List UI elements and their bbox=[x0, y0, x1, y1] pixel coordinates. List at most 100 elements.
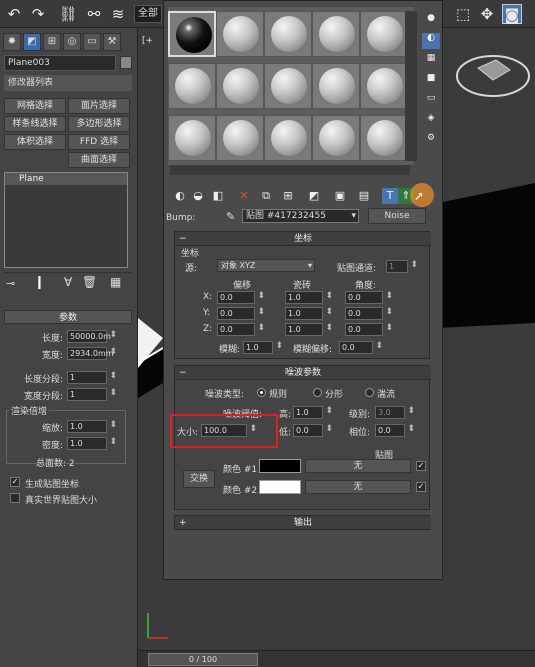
map-type-button[interactable]: Noise bbox=[368, 208, 426, 224]
poly-select-button[interactable]: 多边形选择 bbox=[68, 116, 130, 132]
angle-y-spinner[interactable]: 0.0 bbox=[345, 307, 393, 320]
spline-select-button[interactable]: 样条线选择 bbox=[4, 116, 66, 132]
undo-icon[interactable]: ↶ bbox=[4, 4, 24, 24]
selection-filter-dropdown[interactable]: 全部 bbox=[134, 5, 162, 23]
rotate-icon[interactable]: ◙ bbox=[502, 4, 522, 24]
modifier-list-dropdown[interactable]: 修改器列表 bbox=[4, 75, 132, 91]
object-color-swatch[interactable] bbox=[120, 56, 132, 69]
low-spinner[interactable]: 0.0 bbox=[293, 424, 333, 437]
assign-material-icon[interactable]: ◧ bbox=[210, 188, 226, 204]
motion-tab-icon[interactable]: ◎ bbox=[63, 33, 81, 51]
sample-slot[interactable] bbox=[216, 63, 264, 109]
modify-tab-icon[interactable]: ◩ bbox=[23, 33, 41, 51]
regular-radio[interactable] bbox=[257, 388, 266, 397]
redo-icon[interactable]: ↷ bbox=[28, 4, 48, 24]
hierarchy-tab-icon[interactable]: ⊞ bbox=[43, 33, 61, 51]
map1-button[interactable]: 无 bbox=[305, 459, 411, 473]
stack-item-plane[interactable]: Plane bbox=[5, 173, 127, 185]
angle-x-spinner[interactable]: 0.0 bbox=[345, 291, 393, 304]
pin-stack-icon[interactable]: ⊸ bbox=[6, 277, 15, 290]
utilities-tab-icon[interactable]: ⚒ bbox=[103, 33, 121, 51]
swap-button[interactable]: 交换 bbox=[183, 470, 215, 488]
blur-spinner[interactable]: 1.0 bbox=[243, 341, 283, 354]
sample-uv-icon[interactable]: ■ bbox=[422, 73, 440, 89]
tiling-y-spinner[interactable]: 1.0 bbox=[285, 307, 333, 320]
background-icon[interactable]: ▦ bbox=[422, 53, 440, 69]
sample-slot[interactable] bbox=[360, 115, 408, 161]
map-channel-spinner[interactable]: 1 bbox=[386, 260, 418, 273]
source-dropdown[interactable]: 对象 XYZ ▾ bbox=[217, 259, 315, 272]
select-icon[interactable]: ⬚ bbox=[453, 4, 473, 24]
create-tab-icon[interactable]: ✹ bbox=[3, 33, 21, 51]
sample-slot[interactable] bbox=[216, 115, 264, 161]
offset-z-spinner[interactable]: 0.0 bbox=[217, 323, 265, 336]
tiling-x-spinner[interactable]: 1.0 bbox=[285, 291, 333, 304]
sample-slot[interactable] bbox=[168, 11, 216, 57]
show-map-in-viewport-icon[interactable]: ▤ bbox=[356, 188, 372, 204]
length-segs-spinner[interactable]: 1 bbox=[67, 371, 117, 384]
map-name-field[interactable]: 贴图 #417232455 ▾ bbox=[242, 209, 359, 223]
offset-x-spinner[interactable]: 0.0 bbox=[217, 291, 265, 304]
ffd-select-button[interactable]: FFD 选择 bbox=[68, 134, 130, 150]
backlight-icon[interactable]: ◐ bbox=[422, 33, 440, 49]
phase-spinner[interactable]: 0.0 bbox=[375, 424, 415, 437]
length-spinner[interactable]: 50000.0m bbox=[67, 330, 117, 343]
width-spinner[interactable]: 2934.0mm bbox=[67, 347, 117, 360]
color1-swatch[interactable] bbox=[259, 459, 301, 473]
offset-y-spinner[interactable]: 0.0 bbox=[217, 307, 265, 320]
mesh-select-button[interactable]: 网格选择 bbox=[4, 98, 66, 114]
remove-modifier-icon[interactable]: 🗑 bbox=[82, 275, 97, 289]
make-preview-icon[interactable]: ◈ bbox=[422, 113, 440, 129]
params-rollout[interactable]: 参数 bbox=[4, 310, 132, 324]
put-to-scene-icon[interactable]: ◒ bbox=[190, 188, 206, 204]
gen-map-coords-checkbox[interactable]: ✓ bbox=[10, 477, 20, 487]
output-rollout-header[interactable]: + 输出 bbox=[175, 516, 431, 530]
sample-slot[interactable] bbox=[264, 63, 312, 109]
coords-rollout-header[interactable]: − 坐标 bbox=[175, 232, 431, 246]
link-icon[interactable]: ⛓ bbox=[58, 4, 78, 24]
map2-button[interactable]: 无 bbox=[305, 480, 411, 494]
slots-scrollbar[interactable] bbox=[405, 11, 417, 161]
turbulence-radio[interactable] bbox=[365, 388, 374, 397]
put-to-library-icon[interactable]: ◩ bbox=[306, 188, 322, 204]
high-spinner[interactable]: 1.0 bbox=[293, 406, 333, 419]
bind-spacewarp-icon[interactable]: ≋ bbox=[108, 4, 128, 24]
show-end-result-icon[interactable]: ❙ bbox=[34, 275, 45, 290]
sample-slot[interactable] bbox=[264, 115, 312, 161]
sample-slot[interactable] bbox=[312, 115, 360, 161]
map2-checkbox[interactable]: ✓ bbox=[416, 482, 426, 492]
width-segs-spinner[interactable]: 1 bbox=[67, 388, 117, 401]
options-icon[interactable]: ⚙ bbox=[422, 133, 440, 149]
get-material-icon[interactable]: ◐ bbox=[172, 188, 188, 204]
make-unique-material-icon[interactable]: ⊞ bbox=[280, 188, 296, 204]
angle-z-spinner[interactable]: 0.0 bbox=[345, 323, 393, 336]
color2-swatch[interactable] bbox=[259, 480, 301, 494]
time-slider[interactable]: 0 / 100 bbox=[148, 653, 258, 666]
make-unique-icon[interactable]: ∀ bbox=[64, 275, 72, 289]
volume-select-button[interactable]: 体积选择 bbox=[4, 134, 66, 150]
sample-slot[interactable] bbox=[216, 11, 264, 57]
sample-slot[interactable] bbox=[264, 11, 312, 57]
sample-slot[interactable] bbox=[312, 11, 360, 57]
sample-slot[interactable] bbox=[312, 63, 360, 109]
fractal-radio[interactable] bbox=[313, 388, 322, 397]
real-world-map-checkbox[interactable] bbox=[10, 493, 20, 503]
video-check-icon[interactable]: ▭ bbox=[422, 93, 440, 109]
show-end-result-material-icon[interactable]: T bbox=[382, 188, 398, 204]
eyedropper-icon[interactable]: ✎ bbox=[226, 210, 235, 223]
tiling-z-spinner[interactable]: 1.0 bbox=[285, 323, 333, 336]
sample-slot[interactable] bbox=[168, 63, 216, 109]
noise-rollout-header[interactable]: − 噪波参数 bbox=[175, 366, 431, 380]
scale-spinner[interactable]: 1.0 bbox=[67, 420, 117, 433]
display-tab-icon[interactable]: ▭ bbox=[83, 33, 101, 51]
sample-type-icon[interactable]: ● bbox=[422, 13, 440, 29]
surface-select-button[interactable]: 曲面选择 bbox=[68, 152, 130, 168]
sample-slot[interactable] bbox=[168, 115, 216, 161]
density-spinner[interactable]: 1.0 bbox=[67, 437, 117, 450]
configure-sets-icon[interactable]: ▦ bbox=[110, 275, 121, 289]
sample-slot[interactable] bbox=[360, 63, 408, 109]
slots-h-scrollbar[interactable] bbox=[170, 165, 410, 175]
copy-material-icon[interactable]: ⧉ bbox=[258, 188, 274, 204]
object-name-field[interactable]: Plane003 bbox=[4, 55, 116, 71]
reset-map-icon[interactable]: ✕ bbox=[236, 188, 252, 204]
